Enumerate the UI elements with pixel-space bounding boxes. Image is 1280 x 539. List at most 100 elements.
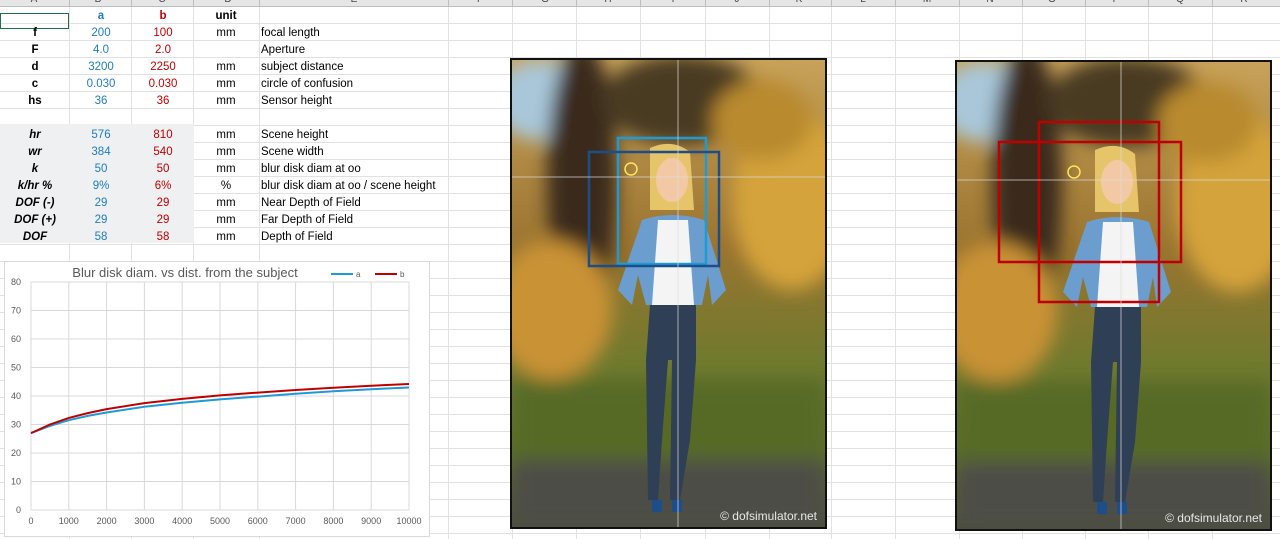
description-cell[interactable]: Far Depth of Field	[261, 212, 451, 229]
value-b-cell[interactable]: 36	[132, 93, 194, 110]
value-a-cell[interactable]: 0.030	[70, 76, 132, 93]
value-b-cell[interactable]: 0.030	[132, 76, 194, 93]
column-header-o[interactable]: O	[1042, 0, 1062, 5]
description-cell[interactable]: subject distance	[261, 59, 451, 76]
value-b-cell[interactable]: 6%	[132, 178, 194, 195]
column-header-k[interactable]: K	[789, 0, 809, 5]
column-header-l[interactable]: L	[853, 0, 873, 5]
unit-cell[interactable]: mm	[194, 127, 258, 144]
scene-preview-b: © dofsimulator.net	[955, 60, 1272, 531]
column-header-n[interactable]: N	[980, 0, 1000, 5]
var-name-cell[interactable]: wr	[0, 144, 70, 161]
value-b-cell[interactable]: 50	[132, 161, 194, 178]
value-a-cell[interactable]: 384	[70, 144, 132, 161]
unit-cell[interactable]: mm	[194, 93, 258, 110]
header-row: a b unit	[0, 8, 450, 25]
column-header-c[interactable]: C	[152, 0, 172, 5]
column-header-i[interactable]: I	[663, 0, 683, 5]
var-name-cell[interactable]: DOF (+)	[0, 212, 70, 229]
value-b-cell[interactable]: 2.0	[132, 42, 194, 59]
legend-label-a: a	[356, 270, 361, 279]
description-cell[interactable]: blur disk diam at oo / scene height	[261, 178, 451, 195]
column-header-h[interactable]: H	[598, 0, 618, 5]
var-name-cell[interactable]: F	[0, 42, 70, 59]
param-row: c 0.030 0.030 mm circle of confusion	[0, 76, 450, 93]
result-row: wr 384 540 mm Scene width	[0, 144, 450, 161]
description-cell[interactable]: focal length	[261, 25, 451, 42]
unit-cell[interactable]: mm	[194, 59, 258, 76]
var-name-cell[interactable]: DOF	[0, 229, 70, 246]
unit-cell[interactable]: mm	[194, 144, 258, 161]
x-tick-label: 3000	[134, 516, 154, 526]
unit-cell[interactable]: mm	[194, 25, 258, 42]
var-name-cell[interactable]: f	[0, 25, 70, 42]
column-header-j[interactable]: J	[727, 0, 747, 5]
column-header-p[interactable]: P	[1106, 0, 1126, 5]
unit-cell[interactable]: mm	[194, 161, 258, 178]
column-header-a[interactable]: A	[24, 0, 44, 5]
value-a-cell[interactable]: 4.0	[70, 42, 132, 59]
value-a-cell[interactable]: 29	[70, 195, 132, 212]
var-name-cell[interactable]: DOF (-)	[0, 195, 70, 212]
var-name-cell[interactable]: hr	[0, 127, 70, 144]
blur-disk-chart[interactable]: 0 10 20 30 40 50 60 70 80 0 1000 2000 3000 4000 5000 60…	[4, 261, 430, 537]
unit-cell[interactable]: mm	[194, 229, 258, 246]
x-tick-label: 7000	[286, 516, 306, 526]
col-b-header[interactable]: b	[132, 8, 194, 25]
scene-preview-a: © dofsimulator.net	[510, 58, 827, 529]
var-name-cell[interactable]: c	[0, 76, 70, 93]
unit-cell[interactable]: mm	[194, 76, 258, 93]
value-b-cell[interactable]: 29	[132, 195, 194, 212]
value-b-cell[interactable]: 29	[132, 212, 194, 229]
description-cell[interactable]: Near Depth of Field	[261, 195, 451, 212]
scene-illustration-a	[512, 60, 825, 527]
value-b-cell[interactable]: 540	[132, 144, 194, 161]
description-cell[interactable]: Scene width	[261, 144, 451, 161]
result-row: DOF (+) 29 29 mm Far Depth of Field	[0, 212, 450, 229]
column-header-g[interactable]: G	[535, 0, 555, 5]
scene-illustration-b	[957, 62, 1270, 529]
description-cell[interactable]: Depth of Field	[261, 229, 451, 246]
x-tick-label: 0	[28, 516, 33, 526]
column-header-m[interactable]: M	[917, 0, 937, 5]
column-header-f[interactable]: F	[470, 0, 490, 5]
value-a-cell[interactable]: 200	[70, 25, 132, 42]
var-name-cell[interactable]: k/hr %	[0, 178, 70, 195]
x-tick-label: 5000	[210, 516, 230, 526]
unit-header[interactable]: unit	[194, 8, 258, 25]
unit-cell[interactable]: %	[194, 178, 258, 195]
result-row: k 50 50 mm blur disk diam at oo	[0, 161, 450, 178]
column-header-r[interactable]: R	[1234, 0, 1254, 5]
value-a-cell[interactable]: 36	[70, 93, 132, 110]
description-cell[interactable]: blur disk diam at oo	[261, 161, 451, 178]
column-header-d[interactable]: D	[218, 0, 238, 5]
unit-cell[interactable]: mm	[194, 212, 258, 229]
column-header-q[interactable]: Q	[1170, 0, 1190, 5]
value-b-cell[interactable]: 810	[132, 127, 194, 144]
var-name-cell[interactable]: k	[0, 161, 70, 178]
value-a-cell[interactable]: 50	[70, 161, 132, 178]
x-tick-label: 2000	[97, 516, 117, 526]
description-cell[interactable]: Scene height	[261, 127, 451, 144]
value-a-cell[interactable]: 3200	[70, 59, 132, 76]
value-b-cell[interactable]: 2250	[132, 59, 194, 76]
unit-cell[interactable]: mm	[194, 195, 258, 212]
description-cell[interactable]: circle of confusion	[261, 76, 451, 93]
value-a-cell[interactable]: 58	[70, 229, 132, 246]
result-row: k/hr % 9% 6%% blur disk diam at oo / scene …	[0, 178, 450, 195]
description-cell[interactable]: Aperture	[261, 42, 451, 59]
value-a-cell[interactable]: 29	[70, 212, 132, 229]
var-name-cell[interactable]: hs	[0, 93, 70, 110]
value-a-cell[interactable]: 9%	[70, 178, 132, 195]
var-name-cell[interactable]: d	[0, 59, 70, 76]
y-tick-label: 70	[11, 306, 21, 316]
description-cell[interactable]: Sensor height	[261, 93, 451, 110]
chart-title: Blur disk diam. vs dist. from the subjec…	[72, 265, 298, 280]
value-a-cell[interactable]: 576	[70, 127, 132, 144]
column-header-b[interactable]: B	[88, 0, 108, 5]
value-b-cell[interactable]: 100	[132, 25, 194, 42]
unit-cell[interactable]	[194, 42, 258, 59]
col-a-header[interactable]: a	[70, 8, 132, 25]
column-header-e[interactable]: E	[344, 0, 364, 5]
value-b-cell[interactable]: 58	[132, 229, 194, 246]
